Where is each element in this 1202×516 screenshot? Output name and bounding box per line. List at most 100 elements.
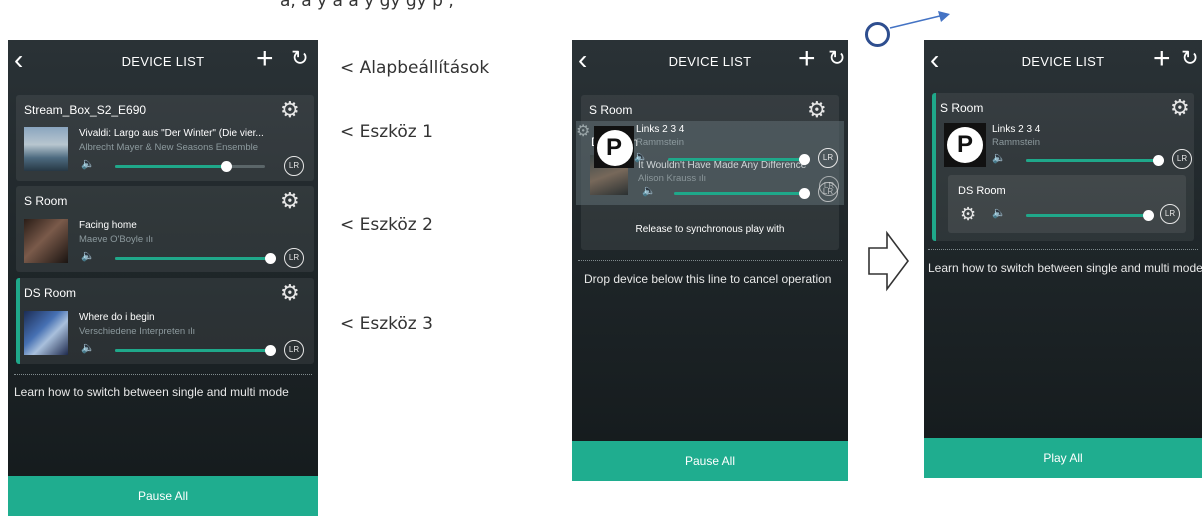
gear-icon[interactable]: ⚙: [1170, 97, 1190, 119]
help-link[interactable]: Learn how to switch between single and m…: [14, 385, 289, 399]
volume-knob[interactable]: [265, 345, 277, 356]
song-title: Links 2 3 4: [992, 124, 1041, 135]
volume-knob[interactable]: [1143, 210, 1155, 221]
annotation-device-1: < Eszköz 1: [340, 122, 433, 142]
volume-knob[interactable]: [798, 154, 810, 165]
dragged-artist-name: Rammstein: [636, 137, 685, 148]
header: ‹ DEVICE LIST + ↻: [924, 40, 1202, 82]
circle-annotation: [865, 22, 890, 47]
phone-screen-1: ‹ DEVICE LIST + ↻ Stream_Box_S2_E690 ⚙ V…: [8, 40, 318, 516]
volume-slider[interactable]: [115, 161, 265, 172]
lr-channel-button[interactable]: LR: [284, 248, 304, 268]
volume-knob[interactable]: [221, 161, 232, 172]
plus-icon[interactable]: +: [256, 44, 274, 74]
volume-knob[interactable]: [1152, 155, 1164, 166]
device-name: DS Room: [24, 286, 77, 300]
artist-name: Albrecht Mayer & New Seasons Ensemble: [79, 142, 258, 153]
help-link[interactable]: Learn how to switch between single and m…: [928, 261, 1202, 275]
pause-all-button[interactable]: Pause All: [572, 441, 848, 481]
speaker-icon[interactable]: 🔈: [642, 184, 656, 197]
speaker-icon[interactable]: 🔈: [81, 341, 95, 354]
volume-fill: [1026, 159, 1158, 162]
device-name: S Room: [24, 194, 68, 208]
lr-channel-button[interactable]: LR: [818, 148, 838, 168]
lr-channel-button[interactable]: LR: [818, 182, 838, 202]
speaker-icon[interactable]: 🔈: [81, 249, 95, 262]
logo-letter: P: [605, 134, 622, 161]
refresh-icon[interactable]: ↻: [1181, 48, 1199, 70]
song-title: Where do i begin: [79, 312, 155, 323]
device-card-2[interactable]: S Room ⚙ Facing home Maeve O'Boyle ılı 🔈…: [16, 186, 314, 272]
speaker-icon[interactable]: 🔈: [992, 206, 1006, 219]
artist-name: Verschiedene Interpreten ılı: [79, 326, 196, 337]
play-all-button[interactable]: Play All: [924, 438, 1202, 478]
cropped-text: a, a y a a y gy gy p ,: [280, 0, 454, 11]
gear-icon[interactable]: ⚙: [280, 282, 300, 304]
volume-fill: [115, 165, 226, 168]
artist-name: Maeve O'Boyle ılı: [79, 234, 154, 245]
volume-fill: [674, 192, 804, 195]
cropped-text-line: a, a y a a y gy gy p ,: [0, 0, 1202, 40]
gear-icon: ⚙: [576, 123, 591, 140]
device-name: Stream_Box_S2_E690: [24, 103, 147, 117]
album-art: [24, 127, 68, 171]
gear-icon[interactable]: ⚙: [807, 99, 827, 121]
dragged-album-art: P: [594, 126, 634, 168]
release-hint: Release to synchronous play with: [635, 224, 785, 235]
plus-icon[interactable]: +: [798, 44, 816, 74]
speaker-icon[interactable]: 🔈: [634, 150, 648, 163]
screenshot-canvas: a, a y a a y gy gy p , ‹ DEVICE LIST + ↻…: [0, 0, 1202, 516]
pause-all-button[interactable]: Pause All: [8, 476, 318, 516]
gear-icon[interactable]: ⚙: [280, 99, 300, 121]
device-name: S Room: [940, 101, 984, 115]
album-art: [24, 219, 68, 263]
song-title: Vivaldi: Largo aus "Der Winter" (Die vie…: [79, 128, 264, 139]
sub-device-name: DS Room: [958, 185, 1006, 197]
speaker-icon[interactable]: 🔈: [992, 151, 1006, 164]
speaker-icon[interactable]: 🔈: [81, 157, 95, 170]
header: ‹ DEVICE LIST + ↻: [572, 40, 848, 82]
artist-name: Rammstein: [992, 137, 1041, 148]
ghost-artist-name: Alison Krauss ılı: [638, 173, 707, 184]
volume-slider[interactable]: [668, 154, 810, 165]
annotation-settings: < Alapbeállítások: [340, 58, 490, 78]
volume-slider[interactable]: [1026, 155, 1164, 166]
device-card-1[interactable]: Stream_Box_S2_E690 ⚙ Vivaldi: Largo aus …: [16, 95, 314, 181]
device-card-3[interactable]: DS Room ⚙ Where do i begin Verschiedene …: [16, 278, 314, 364]
phone-screen-2: ‹ DEVICE LIST + ↻ S Room ⚙ D m ⚙ It Woul…: [572, 40, 848, 481]
volume-fill: [115, 349, 271, 352]
refresh-icon[interactable]: ↻: [291, 48, 309, 70]
arrow-icon: [889, 11, 950, 29]
device-card-s-room[interactable]: S Room ⚙ P Links 2 3 4 Rammstein 🔈 LR DS…: [932, 93, 1194, 241]
lr-channel-button[interactable]: LR: [1172, 149, 1192, 169]
lr-channel-button[interactable]: LR: [284, 156, 304, 176]
volume-slider[interactable]: [674, 188, 810, 199]
device-name: S Room: [589, 103, 633, 117]
gear-icon[interactable]: ⚙: [960, 203, 976, 225]
album-art: P: [944, 123, 986, 167]
gear-icon[interactable]: ⚙: [280, 190, 300, 212]
divider-line: [578, 260, 842, 261]
sub-device-card[interactable]: DS Room ⚙ 🔈 LR: [948, 175, 1186, 233]
lr-channel-button[interactable]: LR: [284, 340, 304, 360]
volume-slider[interactable]: [115, 253, 277, 264]
volume-fill: [115, 257, 271, 260]
divider-line: [14, 374, 312, 375]
volume-knob[interactable]: [798, 188, 810, 199]
annotation-device-2: < Eszköz 2: [340, 215, 433, 235]
cancel-hint: Drop device below this line to cancel op…: [584, 272, 832, 286]
volume-fill: [1026, 214, 1149, 217]
lr-channel-button[interactable]: LR: [1160, 204, 1180, 224]
plus-icon[interactable]: +: [1153, 44, 1171, 74]
volume-slider[interactable]: [1026, 210, 1155, 221]
header: ‹ DEVICE LIST + ↻: [8, 40, 318, 82]
logo-letter: P: [956, 131, 973, 158]
volume-knob[interactable]: [265, 253, 277, 264]
arrow-right-icon: [868, 230, 909, 292]
song-title: Facing home: [79, 220, 137, 231]
dragged-song-title: Links 2 3 4: [636, 124, 685, 135]
volume-slider[interactable]: [115, 345, 277, 356]
divider-line: [928, 249, 1198, 250]
phone-screen-3: ‹ DEVICE LIST + ↻ S Room ⚙ P Links 2 3 4…: [924, 40, 1202, 478]
refresh-icon[interactable]: ↻: [828, 48, 846, 70]
